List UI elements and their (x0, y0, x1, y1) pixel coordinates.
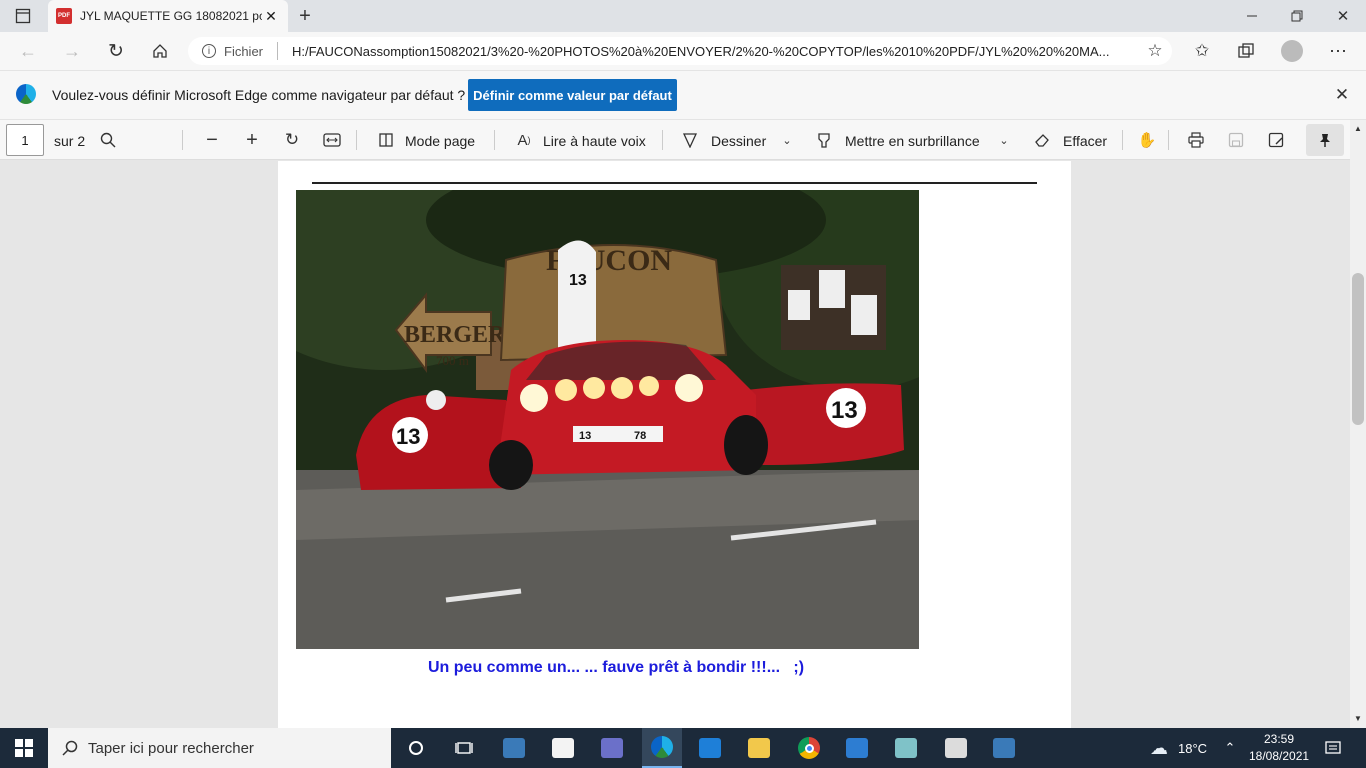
plate-number: 13 (579, 430, 591, 442)
zoom-in-icon[interactable]: + (242, 129, 262, 151)
add-favorite-icon[interactable]: ☆ (1144, 40, 1166, 62)
toolbar-divider (662, 130, 663, 150)
app-purple-icon[interactable] (601, 738, 623, 758)
home-icon[interactable] (148, 40, 172, 62)
refresh-icon[interactable]: ↻ (104, 40, 128, 62)
start-icon[interactable] (12, 738, 36, 758)
close-tab-icon[interactable]: ✕ (262, 8, 280, 25)
save-icon[interactable] (1226, 130, 1246, 150)
tab-title: JYL MAQUETTE GG 18082021 pc (80, 9, 262, 23)
rally-car-photo: BERGERIE 700 m FAUCON 13 13 13 13 78 (296, 190, 919, 649)
scroll-up-icon[interactable]: ▲ (1352, 122, 1364, 134)
touch-icon[interactable]: ✋ (1137, 130, 1157, 150)
more-menu-icon[interactable]: ⋯ (1326, 40, 1350, 62)
sign-distance-text: 700 m (436, 353, 469, 368)
photos-icon[interactable] (846, 738, 868, 758)
toolbar-divider (182, 130, 183, 150)
save-as-icon[interactable] (1266, 130, 1286, 150)
url-text[interactable]: H:/FAUCONassomption15082021/3%20-%20PHOT… (292, 44, 1152, 59)
tray-chevron-up-icon[interactable]: ⌃ (1222, 739, 1238, 757)
favorites-icon[interactable]: ✩ (1190, 40, 1214, 62)
clock-time[interactable]: 23:59 (1264, 732, 1294, 746)
scroll-down-icon[interactable]: ▼ (1352, 712, 1364, 724)
toolbar-divider (1168, 130, 1169, 150)
search-placeholder: Taper ici pour rechercher (88, 739, 254, 757)
highlight-button[interactable]: Mettre en surbrillance (845, 133, 980, 149)
back-icon[interactable]: ← (16, 40, 40, 62)
zoom-out-icon[interactable]: − (202, 129, 222, 151)
door-number-right: 13 (831, 397, 858, 424)
page-total: sur 2 (54, 133, 86, 149)
page-view-icon[interactable] (376, 130, 396, 150)
taskbar-search-icon (60, 738, 80, 758)
fit-width-icon[interactable] (322, 130, 342, 150)
info-icon[interactable]: i (202, 44, 216, 58)
page-view-button[interactable]: Mode page (405, 133, 475, 149)
toolbar-divider (1122, 130, 1123, 150)
page-rule (312, 182, 1037, 184)
draw-icon[interactable] (680, 130, 700, 150)
highlight-chevron-down-icon[interactable]: ⌄ (995, 130, 1013, 150)
taskbar-search-input[interactable]: Taper ici pour rechercher (48, 728, 391, 768)
new-tab-icon[interactable]: + (294, 5, 316, 27)
forward-icon[interactable]: → (60, 40, 84, 62)
draw-chevron-down-icon[interactable]: ⌄ (778, 130, 796, 150)
door-number-left: 13 (396, 424, 420, 449)
store-icon[interactable] (552, 738, 574, 758)
weather-cloud-icon[interactable]: ☁ (1146, 738, 1172, 758)
search-icon[interactable] (98, 130, 118, 150)
edge-taskbar-icon[interactable] (642, 728, 682, 768)
tab-actions-icon[interactable] (12, 6, 34, 26)
scrollbar-thumb[interactable] (1352, 273, 1364, 425)
draw-button[interactable]: Dessiner (711, 133, 766, 149)
print-icon[interactable] (1186, 130, 1206, 150)
read-aloud-button[interactable]: Lire à haute voix (543, 133, 646, 149)
plate-dept: 78 (634, 430, 646, 442)
edge-logo-icon (16, 84, 36, 104)
read-aloud-icon[interactable]: A) (513, 130, 535, 150)
restore-icon[interactable] (1285, 6, 1309, 26)
toolbar-divider (494, 130, 495, 150)
photo-caption: Un peu comme un... ... fauve prêt à bond… (428, 659, 805, 676)
weather-temp[interactable]: 18°C (1178, 741, 1207, 756)
notepad-icon[interactable] (945, 738, 967, 758)
app-blue-diamond-2-icon[interactable] (993, 738, 1015, 758)
mail-icon[interactable] (699, 738, 721, 758)
app-blue-diamond-icon[interactable] (503, 738, 525, 758)
set-default-button[interactable]: Définir comme valeur par défaut (468, 79, 677, 111)
clock-date[interactable]: 18/08/2021 (1249, 749, 1309, 763)
minimize-icon[interactable] (1240, 6, 1264, 26)
address-divider (277, 42, 279, 60)
address-bar[interactable]: i Fichier H:/FAUCONassomption15082021/3%… (188, 37, 1172, 65)
cortana-icon[interactable] (405, 738, 427, 758)
erase-button[interactable]: Effacer (1063, 133, 1107, 149)
tab-active[interactable]: PDF JYL MAQUETTE GG 18082021 pc ✕ (48, 0, 288, 32)
pin-toolbar-icon[interactable] (1306, 124, 1344, 156)
file-explorer-icon[interactable] (748, 738, 770, 758)
svg-text:13: 13 (569, 272, 587, 289)
app-teal-icon[interactable] (895, 738, 917, 758)
highlight-icon[interactable] (814, 130, 834, 150)
task-view-icon[interactable] (453, 738, 475, 758)
toolbar-divider (356, 130, 357, 150)
page-number-input[interactable]: 1 (6, 124, 44, 156)
close-infobar-icon[interactable]: ✕ (1330, 84, 1354, 106)
infobar-text: Voulez-vous définir Microsoft Edge comme… (52, 87, 466, 103)
rotate-icon[interactable]: ↻ (282, 130, 302, 150)
address-prefix: Fichier (224, 43, 264, 59)
eraser-icon[interactable] (1032, 130, 1052, 150)
pdf-icon: PDF (56, 8, 72, 24)
notifications-icon[interactable] (1322, 738, 1344, 758)
collections-icon[interactable] (1234, 40, 1258, 62)
close-window-icon[interactable]: ✕ (1331, 6, 1355, 26)
profile-avatar-icon[interactable] (1280, 40, 1304, 62)
chrome-icon[interactable] (797, 737, 821, 759)
